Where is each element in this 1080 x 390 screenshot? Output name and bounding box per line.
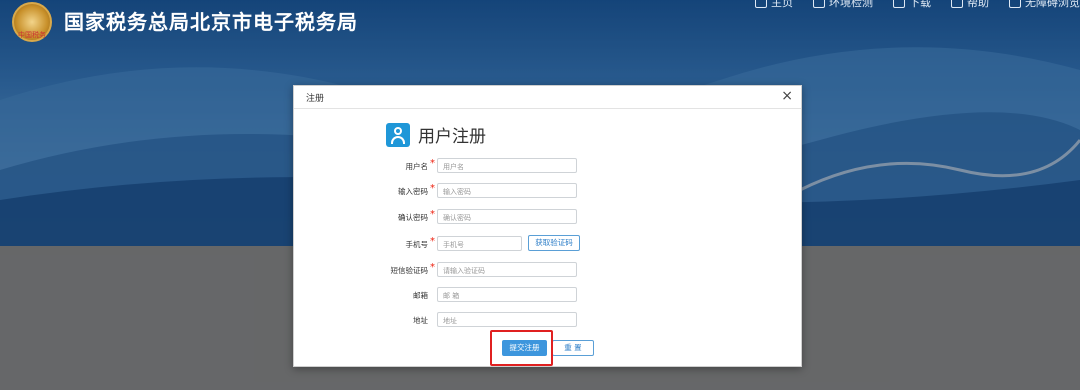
confirm-password-input[interactable]: 确认密码 — [437, 209, 577, 224]
required-mark: * — [430, 262, 435, 273]
field-row-address: 地址 地址 — [294, 312, 801, 328]
password-label: 输入密码 — [398, 187, 428, 196]
download-icon — [893, 0, 905, 8]
field-row-email: 邮箱 邮 箱 — [294, 287, 801, 303]
required-mark: * — [430, 183, 435, 194]
top-navigation: 主页 环境检测 下载 帮助 无障碍浏览 — [755, 0, 1080, 10]
site-title: 国家税务总局北京市电子税务局 — [64, 10, 358, 34]
confirm-password-label: 确认密码 — [398, 213, 428, 222]
nav-home-label: 主页 — [771, 0, 793, 9]
help-icon — [951, 0, 963, 8]
nav-download[interactable]: 下载 — [893, 0, 931, 10]
phone-label: 手机号 — [405, 240, 429, 249]
field-row-username: 用户名 * 用户名 — [294, 158, 801, 174]
address-input[interactable]: 地址 — [437, 312, 577, 327]
home-icon — [755, 0, 767, 8]
user-icon — [386, 122, 410, 147]
nav-accessibility[interactable]: 无障碍浏览 — [1009, 0, 1080, 10]
dialog-header: 注册 × — [294, 86, 801, 109]
nav-accessibility-label: 无障碍浏览 — [1025, 0, 1080, 9]
dialog-title: 注册 — [306, 94, 325, 104]
username-input[interactable]: 用户名 — [437, 158, 577, 173]
nav-environment-check-label: 环境检测 — [829, 0, 873, 9]
register-heading: 用户注册 — [386, 122, 486, 147]
register-title: 用户注册 — [418, 127, 486, 147]
field-row-phone: 手机号 * 手机号 获取验证码 — [294, 235, 801, 252]
nav-home[interactable]: 主页 — [755, 0, 793, 10]
required-mark: * — [430, 158, 435, 169]
nav-environment-check[interactable]: 环境检测 — [813, 0, 873, 10]
submit-highlight-box — [490, 330, 553, 366]
email-label: 邮箱 — [413, 291, 428, 300]
field-row-sms-code: 短信验证码 * 请输入验证码 — [294, 262, 801, 278]
logo-caption: 中国税务 — [18, 31, 46, 39]
field-row-confirm-password: 确认密码 * 确认密码 — [294, 209, 801, 225]
phone-input[interactable]: 手机号 — [437, 236, 522, 251]
required-mark: * — [430, 236, 435, 247]
reset-button[interactable]: 重 置 — [552, 340, 594, 356]
get-code-button[interactable]: 获取验证码 — [528, 235, 580, 251]
sms-code-label: 短信验证码 — [390, 266, 429, 275]
email-input[interactable]: 邮 箱 — [437, 287, 577, 302]
nav-download-label: 下载 — [909, 0, 931, 9]
accessibility-icon — [1009, 0, 1021, 8]
register-dialog: 注册 × 用户注册 用户名 * 用户名 输入密码 * 输入密码 确认密码 * 确… — [293, 85, 802, 367]
password-input[interactable]: 输入密码 — [437, 183, 577, 198]
address-label: 地址 — [413, 316, 428, 325]
environment-check-icon — [813, 0, 825, 8]
field-row-password: 输入密码 * 输入密码 — [294, 183, 801, 199]
nav-help-label: 帮助 — [967, 0, 989, 9]
required-mark: * — [430, 209, 435, 220]
nav-help[interactable]: 帮助 — [951, 0, 989, 10]
sms-code-input[interactable]: 请输入验证码 — [437, 262, 577, 277]
username-label: 用户名 — [405, 162, 429, 171]
close-icon[interactable]: × — [781, 88, 793, 104]
